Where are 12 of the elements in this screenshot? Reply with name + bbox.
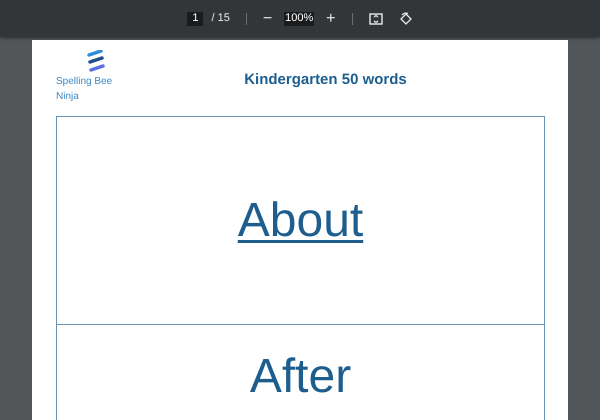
flashcard-word: About: [238, 196, 364, 244]
logo-icon: [86, 50, 106, 74]
fit-page-button[interactable]: [368, 12, 383, 24]
page-number-field[interactable]: 1: [187, 12, 204, 26]
document-title: Kindergarten 50 words: [244, 70, 407, 90]
zoom-out-button[interactable]: −: [262, 10, 272, 26]
zoom-field[interactable]: 100%: [284, 12, 314, 26]
rotate-button[interactable]: [398, 12, 413, 26]
page-count: / 15: [211, 11, 230, 26]
flashcard-word: After: [250, 353, 352, 401]
zoom-in-button[interactable]: +: [326, 10, 336, 26]
logo-text: Spelling Bee Ninja: [56, 75, 114, 104]
